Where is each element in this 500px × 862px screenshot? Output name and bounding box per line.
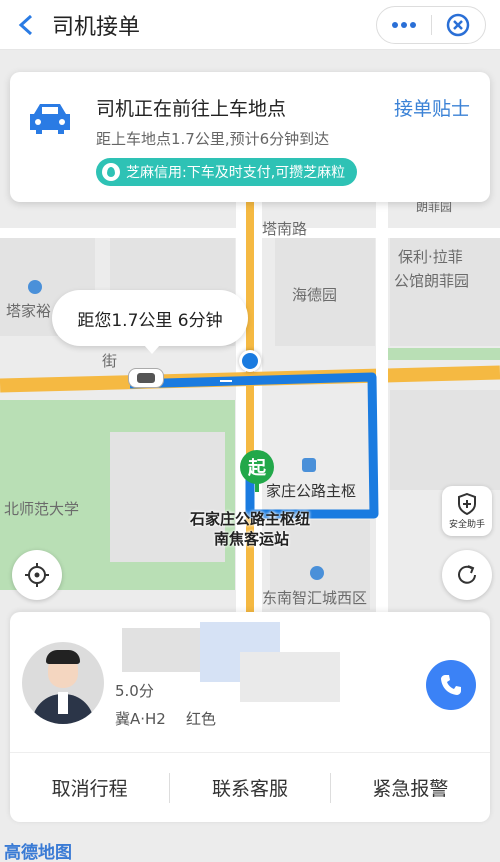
close-button[interactable] (432, 7, 486, 43)
trip-status-card: 司机正在前往上车地点 接单贴士 距上车地点1.7公里,预计6分钟到达 芝麻信用:… (10, 72, 490, 202)
car-icon (30, 104, 70, 134)
back-button[interactable] (0, 0, 52, 50)
map-label: 家庄公路主枢 (266, 482, 357, 500)
start-marker-pin (255, 482, 259, 492)
driver-avatar (22, 642, 104, 724)
more-button[interactable] (377, 7, 431, 43)
refresh-icon (458, 565, 476, 584)
more-dots-icon (391, 22, 416, 28)
crosshair-icon (25, 563, 49, 587)
phone-icon (441, 675, 461, 695)
map-label: 公馆朗菲园 (394, 272, 470, 290)
bus-station-icon (302, 458, 316, 472)
map-label-road: 塔南路 (262, 220, 308, 238)
distance-bubble: 距您1.7公里 6分钟 (52, 290, 248, 354)
driver-rating: 5.0分 (115, 682, 154, 700)
map-label: 保利·拉菲 (398, 248, 463, 266)
contact-support-button[interactable]: 联系客服 (170, 774, 329, 801)
map-label-destination: 石家庄公路主枢纽 (190, 510, 311, 528)
my-location-dot (239, 350, 261, 372)
call-driver-button[interactable] (426, 660, 476, 710)
refresh-button[interactable] (442, 550, 492, 600)
locate-button[interactable] (12, 550, 62, 600)
car-color: 红色 (186, 710, 217, 728)
zhima-text: 芝麻信用:下车及时支付,可攒芝麻粒 (126, 165, 346, 181)
map-label: 街 (102, 352, 118, 370)
map-label: 塔家裕 (6, 302, 52, 320)
map-label-destination: 南焦客运站 (214, 530, 290, 548)
drop-icon (102, 163, 120, 181)
chevron-left-icon (18, 14, 33, 35)
mini-program-capsule (376, 6, 486, 44)
poi-icon (28, 280, 42, 294)
zhima-credit-badge: 芝麻信用:下车及时支付,可攒芝麻粒 (96, 158, 358, 186)
shield-icon (458, 492, 476, 515)
start-marker-icon: 起 (240, 450, 274, 484)
close-circle-icon (447, 13, 470, 37)
map-label: 海德园 (292, 286, 338, 304)
emergency-call-button[interactable]: 紧急报警 (331, 774, 490, 801)
map-label: 东南智汇城西区 (262, 589, 368, 607)
map-label: 北师范大学 (4, 500, 80, 518)
safety-assistant-button[interactable]: 安全助手 (442, 486, 492, 536)
eta-text: 距上车地点1.7公里,预计6分钟到达 (96, 130, 330, 148)
nav-bar: 司机接单 (0, 0, 500, 50)
tips-link[interactable]: 接单贴士 (394, 94, 470, 121)
page-title: 司机接单 (52, 14, 141, 40)
car-info-blurred (240, 652, 340, 702)
license-plate: 冀A·H2 (115, 710, 166, 728)
cancel-trip-button[interactable]: 取消行程 (10, 774, 169, 801)
poi-icon (310, 566, 324, 580)
action-bar: 取消行程 联系客服 紧急报警 (10, 752, 490, 822)
status-title: 司机正在前往上车地点 (96, 98, 287, 120)
car-marker-icon (128, 368, 164, 388)
amap-logo: 高德地图 (4, 843, 72, 862)
driver-panel: 5.0分 冀A·H2 红色 取消行程 联系客服 紧急报警 (10, 612, 490, 822)
safety-label: 安全助手 (448, 519, 485, 530)
